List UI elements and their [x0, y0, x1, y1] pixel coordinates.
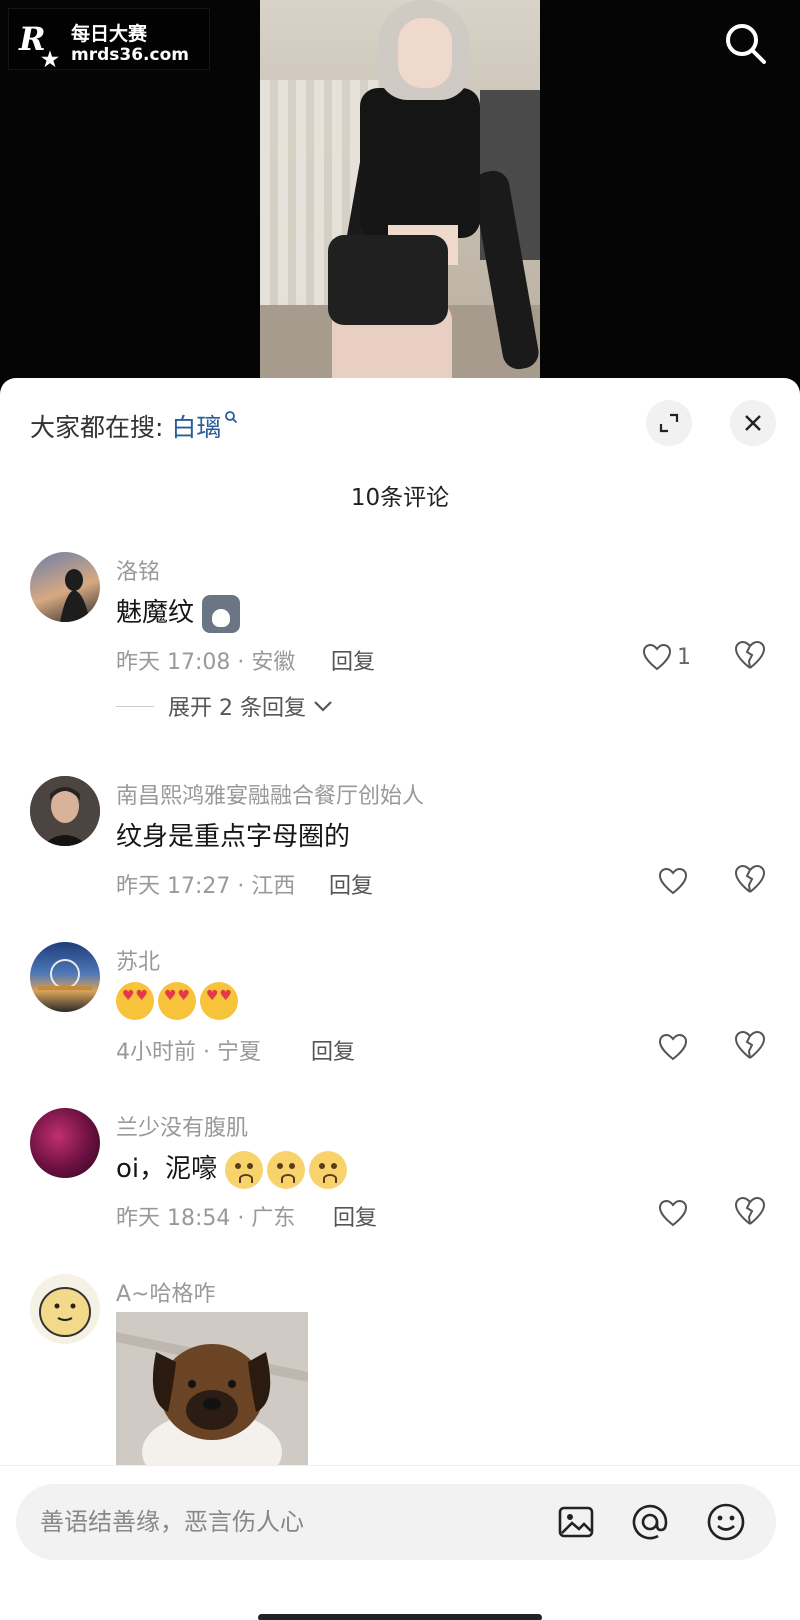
like-button[interactable]	[658, 864, 728, 898]
reply-button[interactable]: 回复	[329, 868, 373, 900]
comment-text	[116, 982, 242, 1020]
chevron-down-icon	[314, 701, 332, 712]
comment-item: 苏北 4小时前 · 宁夏 回复	[0, 942, 800, 1082]
comment-text: 魅魔纹	[116, 592, 244, 633]
avatar[interactable]	[30, 776, 100, 846]
heart-icon	[658, 1033, 688, 1061]
trending-keyword[interactable]: 白璃	[171, 413, 221, 442]
crying-emoji	[225, 1150, 264, 1189]
comment-meta: 4小时前 · 宁夏	[116, 1040, 261, 1065]
comment-item: 南昌熙鸿雅宴融融合餐厅创始人 纹身是重点字母圈的 昨天 17:27 · 江西 回…	[0, 776, 800, 916]
heart-icon	[642, 643, 672, 671]
broken-heart-icon	[734, 864, 766, 893]
dislike-button[interactable]	[734, 1196, 768, 1230]
like-button[interactable]: 1	[642, 640, 712, 674]
broken-heart-icon	[734, 1030, 766, 1059]
expand-replies-button[interactable]: 展开 2 条回复	[116, 690, 334, 722]
comment-text: oi，泥嚎	[116, 1148, 351, 1189]
home-indicator	[258, 1614, 542, 1620]
trending-prefix: 大家都在搜:	[30, 413, 164, 442]
video-thumbnail[interactable]	[260, 0, 540, 385]
comment-text: 纹身是重点字母圈的	[116, 822, 351, 852]
emoji-button[interactable]	[706, 1502, 746, 1542]
dislike-button[interactable]	[734, 640, 768, 674]
comment-meta: 昨天 18:54 · 广东	[116, 1206, 296, 1231]
avatar[interactable]	[30, 1274, 100, 1344]
expand-icon	[659, 413, 679, 433]
like-button[interactable]	[658, 1196, 728, 1230]
like-count: 1	[677, 644, 691, 670]
video-area[interactable]: R ★ 每日大赛 mrds36.com	[0, 0, 800, 385]
wolf-emoji	[202, 594, 241, 633]
close-icon	[745, 415, 761, 431]
mention-button[interactable]	[630, 1502, 670, 1542]
comment-author[interactable]: 苏北	[116, 944, 160, 976]
small-search-icon	[225, 411, 238, 424]
reply-button[interactable]: 回复	[333, 1200, 377, 1232]
comment-meta: 昨天 17:08 · 安徽	[116, 650, 296, 675]
avatar[interactable]	[30, 552, 100, 622]
comment-input[interactable]	[40, 1484, 540, 1560]
avatar[interactable]	[30, 942, 100, 1012]
at-mention-icon	[632, 1504, 668, 1540]
reply-button[interactable]: 回复	[311, 1034, 355, 1066]
expand-button[interactable]	[646, 400, 692, 446]
watermark-title: 每日大赛	[71, 23, 148, 45]
comment-author[interactable]: A~哈格咋	[116, 1276, 215, 1308]
search-button[interactable]	[722, 20, 770, 68]
heart-eyes-emoji	[200, 982, 238, 1020]
puppy-photo[interactable]	[116, 1312, 308, 1472]
comment-sheet: 大家都在搜: 白璃 10条评论 洛铭 魅魔纹 昨天 17:08 · 安徽 回复 …	[0, 378, 800, 1620]
like-button[interactable]	[658, 1030, 728, 1064]
search-icon	[726, 24, 766, 64]
watermark-logo: R ★ 每日大赛 mrds36.com	[8, 8, 210, 71]
crying-emoji	[267, 1150, 306, 1189]
comment-author[interactable]: 南昌熙鸿雅宴融融合餐厅创始人	[116, 778, 424, 810]
trending-search[interactable]: 大家都在搜: 白璃	[30, 408, 238, 444]
image-icon	[558, 1506, 594, 1538]
crying-emoji	[309, 1150, 348, 1189]
comment-author[interactable]: 兰少没有腹肌	[116, 1110, 248, 1142]
heart-eyes-emoji	[116, 982, 154, 1020]
comment-meta: 昨天 17:27 · 江西	[116, 874, 296, 899]
comment-input-wrapper[interactable]	[16, 1484, 776, 1560]
dislike-button[interactable]	[734, 864, 768, 898]
dislike-button[interactable]	[734, 1030, 768, 1064]
comment-item: A~哈格咋	[0, 1274, 800, 1494]
expand-replies-row: 展开 2 条回复	[0, 690, 800, 726]
comment-author[interactable]: 洛铭	[116, 554, 160, 586]
broken-heart-icon	[734, 640, 766, 669]
heart-eyes-emoji	[158, 982, 196, 1020]
comment-item: 兰少没有腹肌 oi，泥嚎 昨天 18:54 · 广东 回复	[0, 1108, 800, 1248]
watermark-url: mrds36.com	[71, 45, 189, 65]
image-button[interactable]	[556, 1502, 596, 1542]
watermark-mark: R ★	[19, 20, 59, 71]
comment-composer	[0, 1465, 800, 1620]
broken-heart-icon	[734, 1196, 766, 1225]
heart-icon	[658, 1199, 688, 1227]
comment-count: 10条评论	[350, 485, 450, 511]
avatar[interactable]	[30, 1108, 100, 1178]
close-button[interactable]	[730, 400, 776, 446]
heart-icon	[658, 867, 688, 895]
emoji-icon	[707, 1503, 745, 1541]
reply-button[interactable]: 回复	[331, 644, 375, 676]
